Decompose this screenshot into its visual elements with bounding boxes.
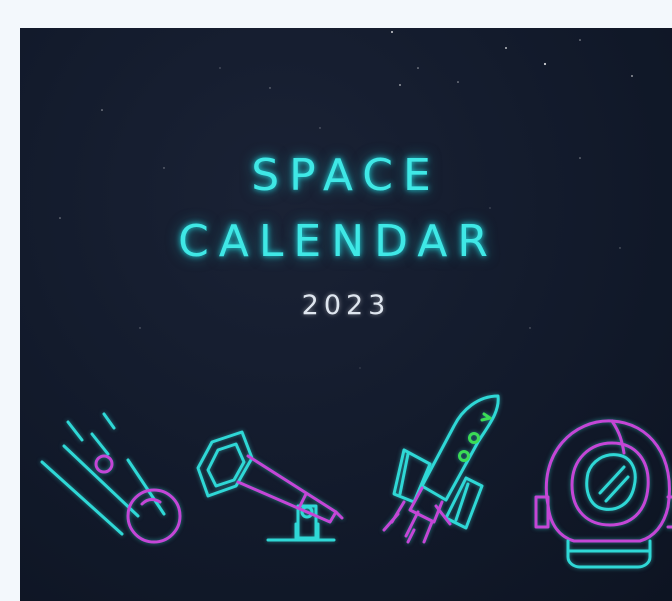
comet-icon (38, 406, 182, 555)
astronaut-helmet-icon (528, 413, 672, 577)
title-line-calendar: CALENDAR (178, 216, 498, 267)
telescope-icon (196, 426, 346, 555)
calendar-cover: SPACE CALENDAR 2023 (20, 28, 672, 601)
calendar-year: 2023 (301, 290, 391, 321)
rocket-icon (370, 390, 510, 554)
title-line-space: SPACE (251, 150, 441, 201)
